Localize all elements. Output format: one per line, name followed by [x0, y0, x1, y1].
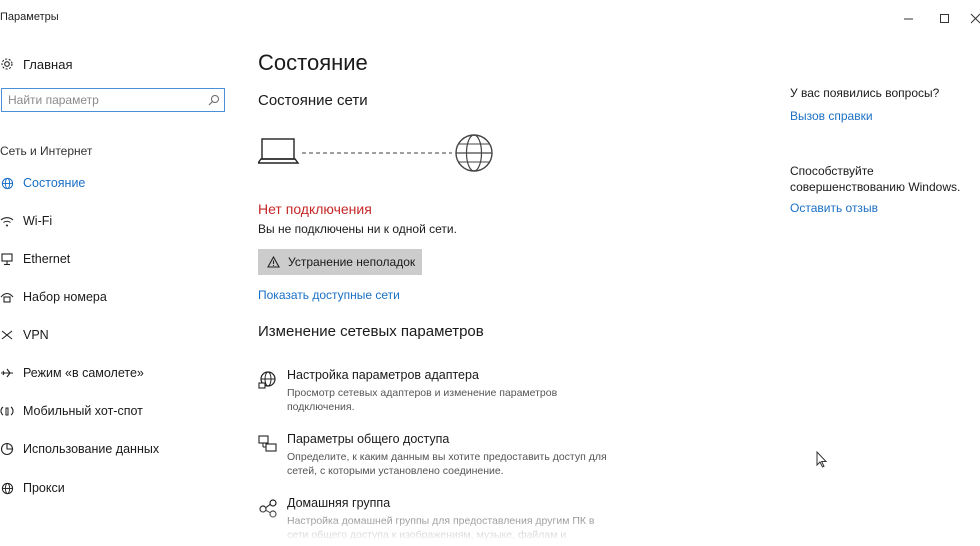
option-description: Просмотр сетевых адаптеров и изменение п… [287, 386, 612, 414]
sidebar-item-airplane[interactable]: Режим «в самолете» [0, 362, 144, 384]
connection-status-description: Вы не подключены ни к одной сети. [258, 222, 457, 236]
sharing-icon [258, 434, 278, 454]
sidebar-item-label: Режим «в самолете» [23, 366, 144, 380]
option-title: Настройка параметров адаптера [287, 368, 479, 382]
close-icon [970, 13, 980, 24]
option-title: Домашняя группа [287, 496, 390, 510]
sidebar-item-label: Состояние [23, 176, 85, 190]
option-description: Определите, к каким данным вы хотите пре… [287, 450, 612, 478]
sidebar: Главная Найти параметр Сеть и Интернет С… [0, 36, 240, 540]
maximize-button[interactable] [929, 6, 959, 30]
troubleshoot-button[interactable]: Устранение неполадок [258, 249, 422, 275]
ethernet-icon [0, 252, 14, 266]
sidebar-home-label: Главная [23, 57, 72, 72]
improve-text: Способствуйте совершенствованию Windows. [790, 163, 975, 195]
maximize-icon [939, 13, 950, 24]
help-question: У вас появились вопросы? [790, 86, 939, 100]
globe-icon [456, 135, 492, 171]
sidebar-item-label: Прокси [23, 481, 65, 495]
airplane-icon [0, 366, 14, 380]
minimize-button[interactable] [893, 6, 923, 30]
change-settings-heading: Изменение сетевых параметров [258, 323, 484, 340]
adapter-icon [258, 370, 278, 390]
sidebar-item-label: Ethernet [23, 252, 70, 266]
sidebar-item-label: Wi-Fi [23, 214, 52, 228]
sidebar-section-title: Сеть и Интернет [0, 144, 92, 158]
minimize-icon [903, 13, 914, 24]
option-homegroup[interactable]: Домашняя группа Настройка домашней групп… [258, 496, 618, 546]
troubleshoot-label: Устранение неполадок [288, 255, 415, 269]
sidebar-item-wifi[interactable]: Wi-Fi [0, 210, 52, 232]
window-title: Параметры [0, 11, 59, 23]
sidebar-item-label: Набор номера [23, 290, 107, 304]
mouse-cursor-icon [816, 451, 828, 469]
search-input[interactable]: Найти параметр [1, 88, 225, 112]
search-icon[interactable] [204, 94, 224, 106]
show-networks-link[interactable]: Показать доступные сети [258, 288, 400, 302]
warning-icon [266, 256, 280, 268]
option-sharing[interactable]: Параметры общего доступа Определите, к к… [258, 432, 618, 482]
sidebar-item-data-usage[interactable]: Использование данных [0, 438, 159, 460]
page-title: Состояние [258, 50, 368, 76]
sidebar-home[interactable]: Главная [0, 54, 72, 74]
sidebar-item-label: Использование данных [23, 442, 159, 456]
dialup-icon [0, 290, 14, 304]
option-title: Параметры общего доступа [287, 432, 449, 446]
gear-icon [0, 57, 14, 71]
sidebar-item-status[interactable]: Состояние [0, 172, 85, 194]
hotspot-icon [0, 404, 14, 418]
globe-icon [0, 481, 14, 495]
search-placeholder: Найти параметр [2, 93, 204, 107]
title-bar: Параметры [0, 0, 980, 36]
homegroup-icon [258, 498, 278, 518]
sidebar-item-hotspot[interactable]: Мобильный хот-спот [0, 400, 143, 422]
option-adapter[interactable]: Настройка параметров адаптера Просмотр с… [258, 368, 618, 418]
option-description: Настройка домашней группы для предоставл… [287, 514, 612, 542]
network-diagram [258, 133, 498, 175]
sidebar-item-dialup[interactable]: Набор номера [0, 286, 107, 308]
sidebar-item-label: VPN [23, 328, 49, 342]
sidebar-item-ethernet[interactable]: Ethernet [0, 248, 70, 270]
wifi-icon [0, 214, 14, 228]
sidebar-item-vpn[interactable]: VPN [0, 324, 49, 346]
close-button[interactable] [960, 6, 980, 30]
sidebar-item-proxy[interactable]: Прокси [0, 477, 65, 499]
data-usage-icon [0, 442, 14, 456]
network-status-heading: Состояние сети [258, 92, 368, 109]
sidebar-item-label: Мобильный хот-спот [23, 404, 143, 418]
connection-status: Нет подключения [258, 201, 372, 217]
main-content: Состояние Состояние сети Нет подключения… [258, 36, 778, 540]
globe-icon [0, 176, 14, 190]
help-link[interactable]: Вызов справки [790, 109, 873, 123]
laptop-icon [258, 139, 298, 163]
vpn-icon [0, 328, 14, 342]
feedback-link[interactable]: Оставить отзыв [790, 201, 878, 215]
